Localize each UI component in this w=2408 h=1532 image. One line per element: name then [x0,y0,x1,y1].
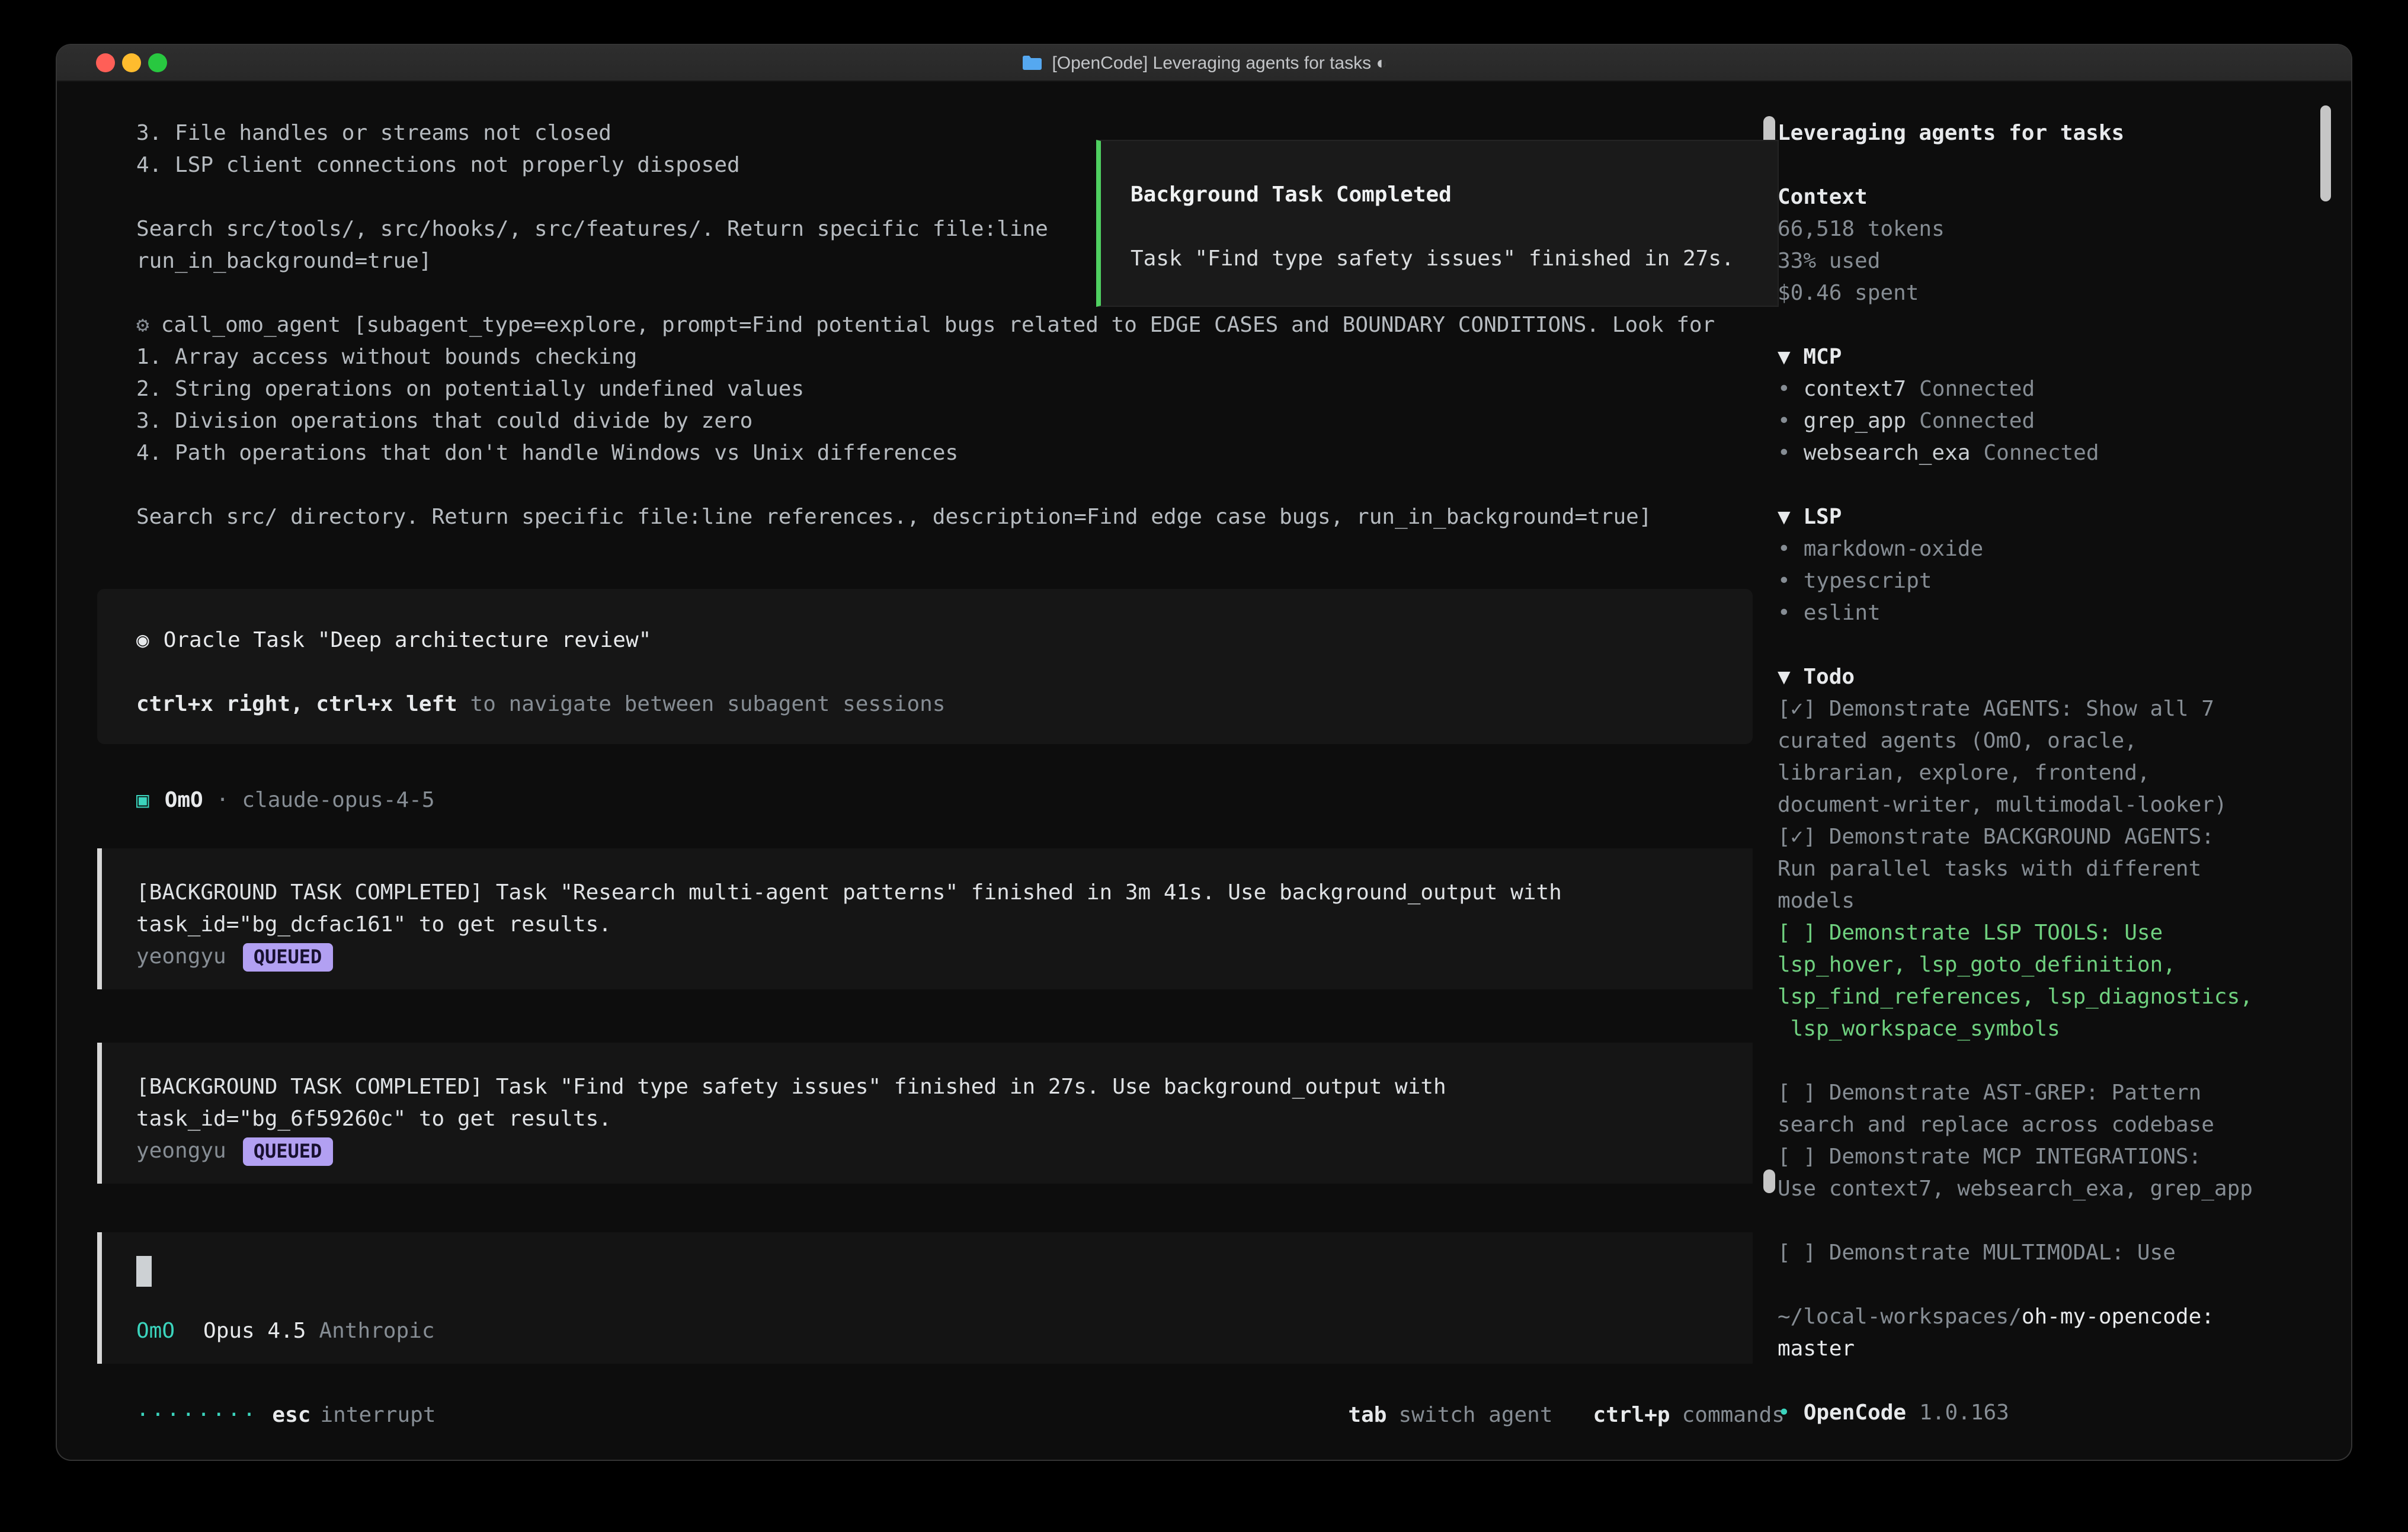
app-name: OpenCode [1804,1400,1906,1425]
message-text: task_id="bg_dcfac161" to get results. [136,909,1714,941]
tool-call-line: ⚙ call_omo_agent [subagent_type=explore, … [97,309,1753,341]
workspace-path: ~/local-workspaces/oh-my-opencode: maste… [1778,1301,2320,1365]
mcp-item: •grep_appConnected [1778,405,2320,437]
tool-call-detail: 2. String operations on potentially unde… [97,373,1753,405]
message-user: yeongyu [136,1135,226,1167]
chevron-down-icon: ▼ [1778,345,1791,370]
input-agent-name[interactable]: OmO [136,1315,175,1347]
sidebar-scrollbar-thumb[interactable] [2320,105,2331,201]
bullet-icon: • [1778,1400,1791,1425]
context-header: Context [1778,181,2320,213]
chevron-down-icon: ▼ [1778,505,1791,530]
bullet-icon: • [1778,601,1791,626]
workspace-prefix: ~/local-workspaces/ [1778,1305,2022,1329]
todo-item-pending: [ ] Demonstrate MCP INTEGRATIONS: Use co… [1778,1141,2320,1205]
esc-key-label: interrupt [320,1399,436,1431]
spinner-dots: ········ [136,1399,258,1431]
message-block: [BACKGROUND TASK COMPLETED] Task "Find t… [97,1043,1753,1184]
mcp-item: •context7Connected [1778,373,2320,405]
todo-item-current: [ ] Demonstrate LSP TOOLS: Use lsp_hover… [1778,917,2320,1045]
message-text: [BACKGROUND TASK COMPLETED] Task "Resear… [136,877,1714,909]
tab-key-label: switch agent [1398,1399,1552,1431]
tool-call-detail: 4. Path operations that don't handle Win… [97,437,1753,469]
input-model-name[interactable]: Opus 4.5 [203,1315,306,1347]
background-task-toast: Background Task Completed Task "Find typ… [1096,140,1779,307]
traffic-lights [96,53,167,72]
zoom-button[interactable] [148,53,167,72]
workspace-repo: oh-my-opencode: [2022,1305,2214,1329]
context-spent: $0.46 spent [1778,277,2320,309]
minimize-button[interactable] [122,53,141,72]
workspace-branch: master [1778,1333,2320,1365]
main-scrollbar-thumb-bottom[interactable] [1763,1169,1775,1193]
todo-item-done: [✓] Demonstrate BACKGROUND AGENTS: Run p… [1778,821,2320,917]
bullet-icon: • [1778,441,1791,466]
close-button[interactable] [96,53,115,72]
context-used: 33% used [1778,245,2320,277]
prompt-input[interactable]: OmO Opus 4.5 Anthropic [97,1232,1753,1364]
screen: [OpenCode] Leveraging agents for tasks ◐… [0,0,2408,1532]
mcp-section-header[interactable]: ▼ MCP [1778,341,2320,373]
tool-call-detail: 3. Division operations that could divide… [97,405,1753,437]
agent-name: OmO [165,788,203,813]
bullet-icon: • [1778,409,1791,434]
app-version: 1.0.163 [1919,1400,2009,1425]
lsp-item: •markdown-oxide [1778,533,2320,565]
gear-icon: ⚙ [136,313,149,338]
message-text: [BACKGROUND TASK COMPLETED] Task "Find t… [136,1071,1714,1103]
tool-call-detail: Search src/ directory. Return specific f… [97,501,1753,533]
queued-badge: QUEUED [243,943,333,971]
mcp-status: Connected [1919,409,2035,434]
ctrlp-key-hint: ctrl+p [1593,1399,1670,1431]
agent-icon: ▣ [136,788,149,813]
message-block: [BACKGROUND TASK COMPLETED] Task "Resear… [97,848,1753,989]
tab-key-hint: tab [1348,1399,1386,1431]
toast-title: Background Task Completed [1131,179,1748,211]
todo-item-pending: [ ] Demonstrate MULTIMODAL: Use [1778,1237,2320,1269]
ctrlp-key-label: commands [1682,1399,1785,1431]
titlebar: [OpenCode] Leveraging agents for tasks ◐ [57,45,2351,82]
blank-line [97,469,1753,501]
todo-section-header[interactable]: ▼ Todo [1778,661,2320,693]
blank-line [136,656,1714,688]
record-icon: ◉ [136,628,149,653]
folder-icon [1021,55,1042,71]
lsp-section-header[interactable]: ▼ LSP [1778,501,2320,533]
version-line: • OpenCode 1.0.163 [1778,1397,2320,1429]
agent-header: ▣ OmO · claude-opus-4-5 [97,784,1753,816]
sidebar: Leveraging agents for tasks Context 66,5… [1778,117,2320,1429]
toast-body: Task "Find type safety issues" finished … [1131,243,1748,275]
context-tokens: 66,518 tokens [1778,213,2320,245]
keybind-hint-keys: ctrl+x right, ctrl+x left [136,692,457,717]
mcp-status: Connected [1983,441,2099,466]
window-title: [OpenCode] Leveraging agents for tasks ◐ [1052,53,1386,73]
terminal-window: [OpenCode] Leveraging agents for tasks ◐… [57,45,2351,1460]
todo-item-done: [✓] Demonstrate AGENTS: Show all 7 curat… [1778,693,2320,821]
tool-call-text: call_omo_agent [subagent_type=explore, p… [161,313,1715,338]
message-user: yeongyu [136,941,226,973]
agent-model: claude-opus-4-5 [242,788,434,813]
lsp-item: •typescript [1778,565,2320,597]
chevron-down-icon: ▼ [1778,665,1791,690]
tool-call-detail: 1. Array access without bounds checking [97,341,1753,373]
session-title: Leveraging agents for tasks [1778,117,2320,149]
todo-item-pending: [ ] Demonstrate AST-GREP: Pattern search… [1778,1077,2320,1141]
status-bar: ········ esc interrupt tab switch agent … [97,1399,1785,1431]
separator-dot: · [216,788,229,813]
bullet-icon: • [1778,537,1791,562]
bullet-icon: • [1778,377,1791,402]
input-provider-name: Anthropic [319,1315,434,1347]
text-cursor [136,1256,152,1287]
esc-key-hint: esc [272,1399,310,1431]
oracle-task-title: Oracle Task "Deep architecture review" [164,628,652,653]
queued-badge: QUEUED [243,1137,333,1165]
bullet-icon: • [1778,569,1791,594]
message-text: task_id="bg_6f59260c" to get results. [136,1103,1714,1135]
oracle-task-panel[interactable]: ◉Oracle Task "Deep architecture review" … [97,589,1753,744]
lsp-item: •eslint [1778,597,2320,629]
mcp-item: •websearch_exaConnected [1778,437,2320,469]
keybind-hint-text: to navigate between subagent sessions [457,692,946,717]
mcp-status: Connected [1919,377,2035,402]
